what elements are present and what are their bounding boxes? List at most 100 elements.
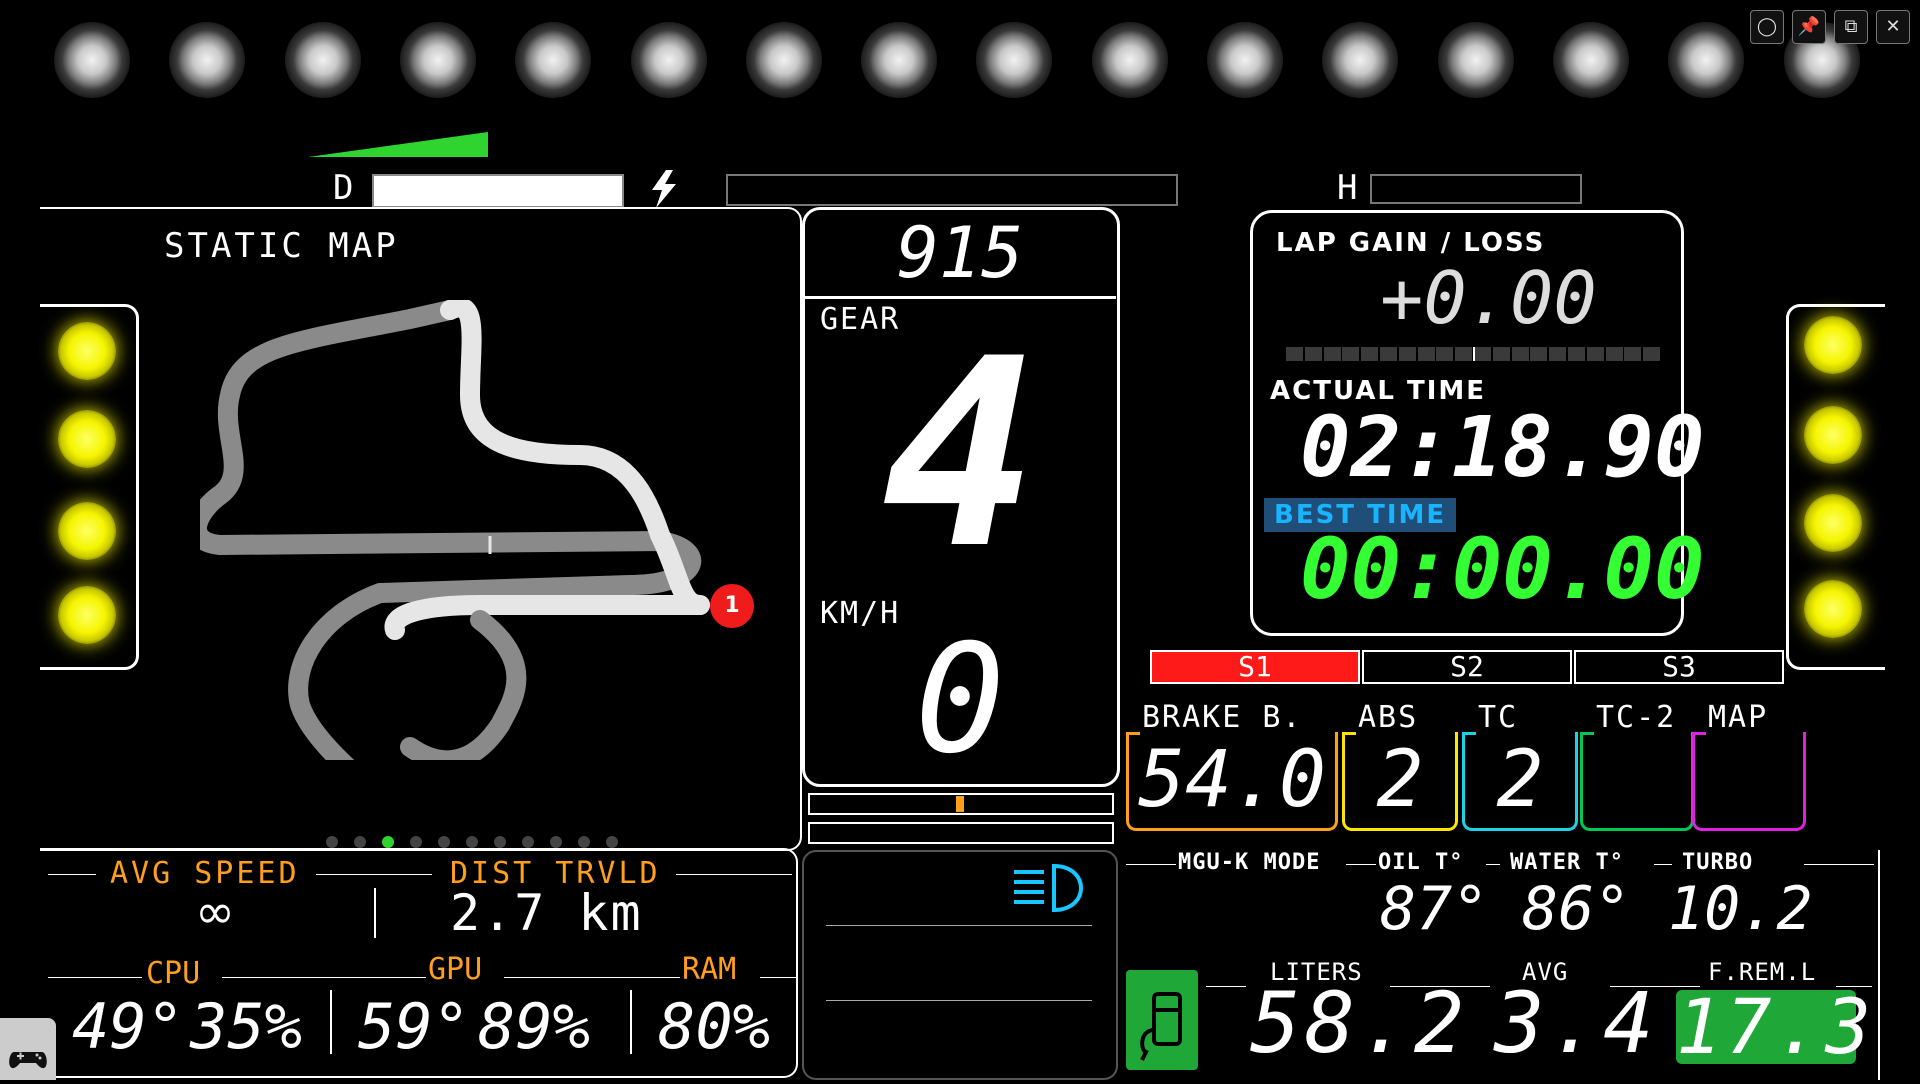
- delta-segment: [1624, 347, 1642, 361]
- d-label: D: [333, 168, 354, 208]
- water-label: WATER T°: [1510, 850, 1624, 875]
- setting-box-corner: [1462, 732, 1476, 735]
- sectors-row: S1 S2 S3: [1150, 650, 1784, 684]
- energy-bar: [726, 174, 1178, 206]
- delta-segment: [1605, 347, 1623, 361]
- delta-segment: [1417, 347, 1435, 361]
- page-dot-10[interactable]: [578, 836, 590, 848]
- delta-segment: [1643, 347, 1661, 361]
- shift-light-11: [1207, 22, 1283, 98]
- delta-segment: [1398, 347, 1416, 361]
- liters-value: 58.2: [1250, 974, 1469, 1072]
- setting-label-4: TC-2: [1596, 700, 1677, 735]
- track-map: [200, 300, 710, 760]
- delta-segment: [1530, 347, 1548, 361]
- lap-gain-loss-value: +0.00: [1380, 256, 1597, 340]
- balance-bar: [808, 793, 1114, 815]
- delta-segment: [1511, 347, 1529, 361]
- shift-light-13: [1437, 22, 1514, 98]
- page-dot-4[interactable]: [410, 836, 422, 848]
- page-dot-9[interactable]: [550, 836, 562, 848]
- page-dot-11[interactable]: [606, 836, 618, 848]
- shift-light-7: [745, 22, 822, 98]
- right-flag-led-4: [1804, 580, 1862, 638]
- page-dot-7[interactable]: [494, 836, 506, 848]
- ram-value: 80%: [658, 990, 770, 1063]
- setting-box-3: 2: [1462, 732, 1578, 831]
- shift-lights: [0, 0, 1920, 120]
- delta-segment: [1342, 347, 1360, 361]
- d-bar: [372, 174, 624, 208]
- gamepad-button[interactable]: [0, 1018, 56, 1080]
- avg-speed-value: ∞: [195, 884, 235, 940]
- right-flag-led-2: [1804, 406, 1862, 464]
- left-flag-led-1: [58, 322, 116, 380]
- delta-segment: [1492, 347, 1510, 361]
- fuel-pump-badge: [1126, 970, 1198, 1070]
- page-dot-3[interactable]: [382, 836, 394, 848]
- shift-light-3: [284, 22, 361, 98]
- setting-label-2: ABS: [1358, 700, 1419, 735]
- gpu-label: GPU: [428, 952, 483, 987]
- page-dot-8[interactable]: [522, 836, 534, 848]
- setting-label-3: TC: [1478, 700, 1519, 735]
- mguk-label: MGU-K MODE: [1178, 850, 1321, 875]
- cpu-label: CPU: [146, 956, 201, 991]
- setting-box-2: 2: [1342, 732, 1458, 831]
- sector-1: S1: [1150, 650, 1360, 684]
- h-bar: [1370, 174, 1582, 204]
- cpu-load: 35%: [190, 990, 302, 1063]
- page-dot-1[interactable]: [326, 836, 338, 848]
- left-flag-led-3: [58, 502, 116, 560]
- page-dot-5[interactable]: [438, 836, 450, 848]
- map-title: STATIC MAP: [164, 226, 399, 266]
- shift-light-12: [1322, 22, 1399, 98]
- gpu-temp: 59°: [358, 990, 470, 1063]
- center-divider: [804, 296, 1116, 299]
- aux-bar: [808, 822, 1114, 844]
- shift-light-14: [1552, 22, 1629, 98]
- sector-2: S2: [1362, 650, 1572, 684]
- shift-light-2: [169, 22, 246, 98]
- right-flag-led-3: [1804, 494, 1862, 552]
- delta-segment: [1323, 347, 1341, 361]
- lightning-icon: [652, 170, 676, 208]
- ram-label: RAM: [682, 952, 737, 987]
- restore-window-icon[interactable]: ⧉: [1834, 10, 1868, 44]
- cpu-temp: 49°: [72, 990, 184, 1063]
- actual-time-value: 02:18.90: [1300, 398, 1705, 496]
- setting-label-5: MAP: [1708, 700, 1769, 735]
- h-label: H: [1337, 168, 1358, 208]
- rpm-value: 915: [896, 212, 1024, 294]
- shift-light-8: [861, 22, 938, 98]
- delta-bar: [1286, 347, 1662, 361]
- delta-segment: [1455, 347, 1473, 361]
- pin-icon[interactable]: 📌: [1792, 10, 1826, 44]
- shift-light-6: [630, 22, 707, 98]
- delta-segment: [1361, 347, 1379, 361]
- page-dot-6[interactable]: [466, 836, 478, 848]
- close-icon[interactable]: ✕: [1876, 10, 1910, 44]
- settings-row: BRAKE B. 54.0 ABS 2 TC 2 TC-2 MAP: [1126, 700, 1826, 831]
- fuel-pump-icon: [1140, 992, 1182, 1061]
- sector-3: S3: [1574, 650, 1784, 684]
- best-time-value: 00:00.00: [1300, 520, 1705, 618]
- delta-segment: [1286, 347, 1303, 361]
- record-icon[interactable]: ◯: [1750, 10, 1784, 44]
- oil-label: OIL T°: [1378, 850, 1464, 875]
- page-dot-2[interactable]: [354, 836, 366, 848]
- gear-value: 4: [881, 304, 1039, 606]
- shift-light-1: [54, 22, 130, 98]
- car-position-marker: 1: [710, 584, 754, 628]
- setting-label-1: BRAKE B.: [1142, 700, 1303, 735]
- d-bar-fill: [374, 176, 622, 206]
- shift-light-10: [1091, 22, 1168, 98]
- setting-box-corner: [1580, 732, 1594, 735]
- setting-box-5: [1692, 732, 1806, 831]
- headlight-icon: [1014, 863, 1083, 913]
- turbo-label: TURBO: [1682, 850, 1754, 875]
- setting-box-corner: [1126, 732, 1140, 735]
- delta-center-marker: [1473, 347, 1475, 361]
- frem-value: 17.3: [1676, 982, 1876, 1071]
- gamepad-icon: [9, 1052, 47, 1069]
